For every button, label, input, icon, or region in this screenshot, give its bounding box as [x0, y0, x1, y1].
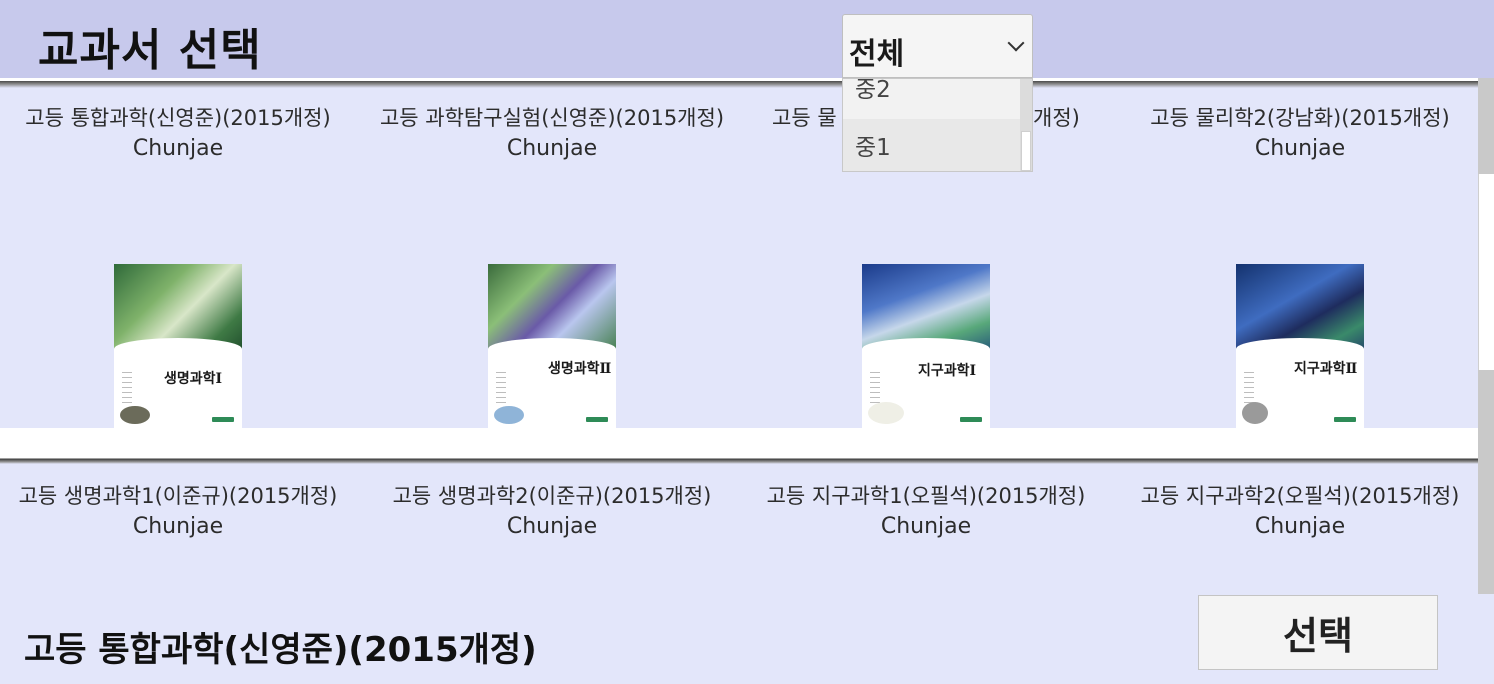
footer-bar: 고등 통합과학(신영준)(2015개정) 선택	[0, 594, 1494, 684]
header-bar: 교과서 선택	[0, 0, 1494, 78]
cover-title: 지구과학Ⅱ	[1294, 361, 1358, 377]
book-title[interactable]: 고등 지구과학1(오필석)(2015개정)	[739, 480, 1113, 510]
book-title[interactable]: 고등 지구과학2(오필석)(2015개정)	[1113, 480, 1478, 510]
book-cover[interactable]: 생명과학Ⅰ	[114, 264, 242, 428]
book-publisher: Chunjae	[132, 136, 224, 161]
publisher-logo	[1334, 417, 1356, 422]
select-button[interactable]: 선택	[1198, 595, 1438, 670]
cover-title: 지구과학Ⅰ	[918, 363, 977, 379]
grade-filter-dropdown[interactable]: 전체	[842, 14, 1033, 78]
dropdown-options-list[interactable]: 중2 중1	[842, 78, 1033, 172]
cover-title: 생명과학Ⅱ	[548, 361, 612, 377]
dropdown-option[interactable]: 중1	[843, 119, 1021, 171]
book-cover[interactable]: 지구과학Ⅱ	[1236, 264, 1364, 428]
scrollbar-thumb[interactable]	[1478, 174, 1494, 370]
shelf-top	[0, 78, 1478, 88]
book-publisher: Chunjae	[880, 514, 972, 539]
book-title[interactable]: 고등 물	[772, 102, 837, 132]
book-title[interactable]: 고등 생명과학1(이준규)(2015개정)	[0, 480, 365, 510]
dropdown-scrollbar-thumb[interactable]	[1021, 131, 1031, 171]
polar-bear-illustration	[868, 402, 904, 424]
book-publisher: Chunjae	[1254, 136, 1346, 161]
book-title[interactable]: 고등 통합과학(신영준)(2015개정)	[0, 102, 365, 132]
dropdown-scrollbar[interactable]	[1020, 79, 1032, 171]
selected-book-title: 고등 통합과학(신영준)(2015개정)	[24, 630, 537, 670]
book-cover[interactable]: 지구과학Ⅰ	[862, 264, 990, 428]
book-title[interactable]: 고등 물리학2(강남화)(2015개정)	[1113, 102, 1478, 132]
book-publisher: Chunjae	[506, 514, 598, 539]
shelf-divider	[0, 428, 1478, 464]
book-publisher: Chunjae	[506, 136, 598, 161]
textbook-list[interactable]: 고등 통합과학(신영준)(2015개정) Chunjae 고등 과학탐구실험(신…	[0, 78, 1478, 594]
book-publisher: Chunjae	[132, 514, 224, 539]
publisher-logo	[586, 417, 608, 422]
book-cover[interactable]: 생명과학Ⅱ	[488, 264, 616, 428]
book-publisher: Chunjae	[1254, 514, 1346, 539]
page-title: 교과서 선택	[38, 25, 262, 76]
dropdown-option[interactable]: 중2	[843, 79, 1021, 119]
list-scrollbar[interactable]	[1478, 78, 1494, 594]
book-title[interactable]: 고등 생명과학2(이준규)(2015개정)	[365, 480, 739, 510]
hedgehog-illustration	[120, 406, 150, 424]
dropdown-selected-value: 전체	[849, 37, 905, 72]
satellite-dish-illustration	[1242, 402, 1268, 424]
book-title[interactable]: 고등 과학탐구실험(신영준)(2015개정)	[365, 102, 739, 132]
mushroom-illustration	[494, 406, 524, 424]
book-title-end[interactable]: 개정)	[1033, 102, 1080, 132]
chevron-down-icon	[1007, 34, 1025, 52]
cover-title: 생명과학Ⅰ	[164, 371, 223, 387]
publisher-logo	[960, 417, 982, 422]
publisher-logo	[212, 417, 234, 422]
